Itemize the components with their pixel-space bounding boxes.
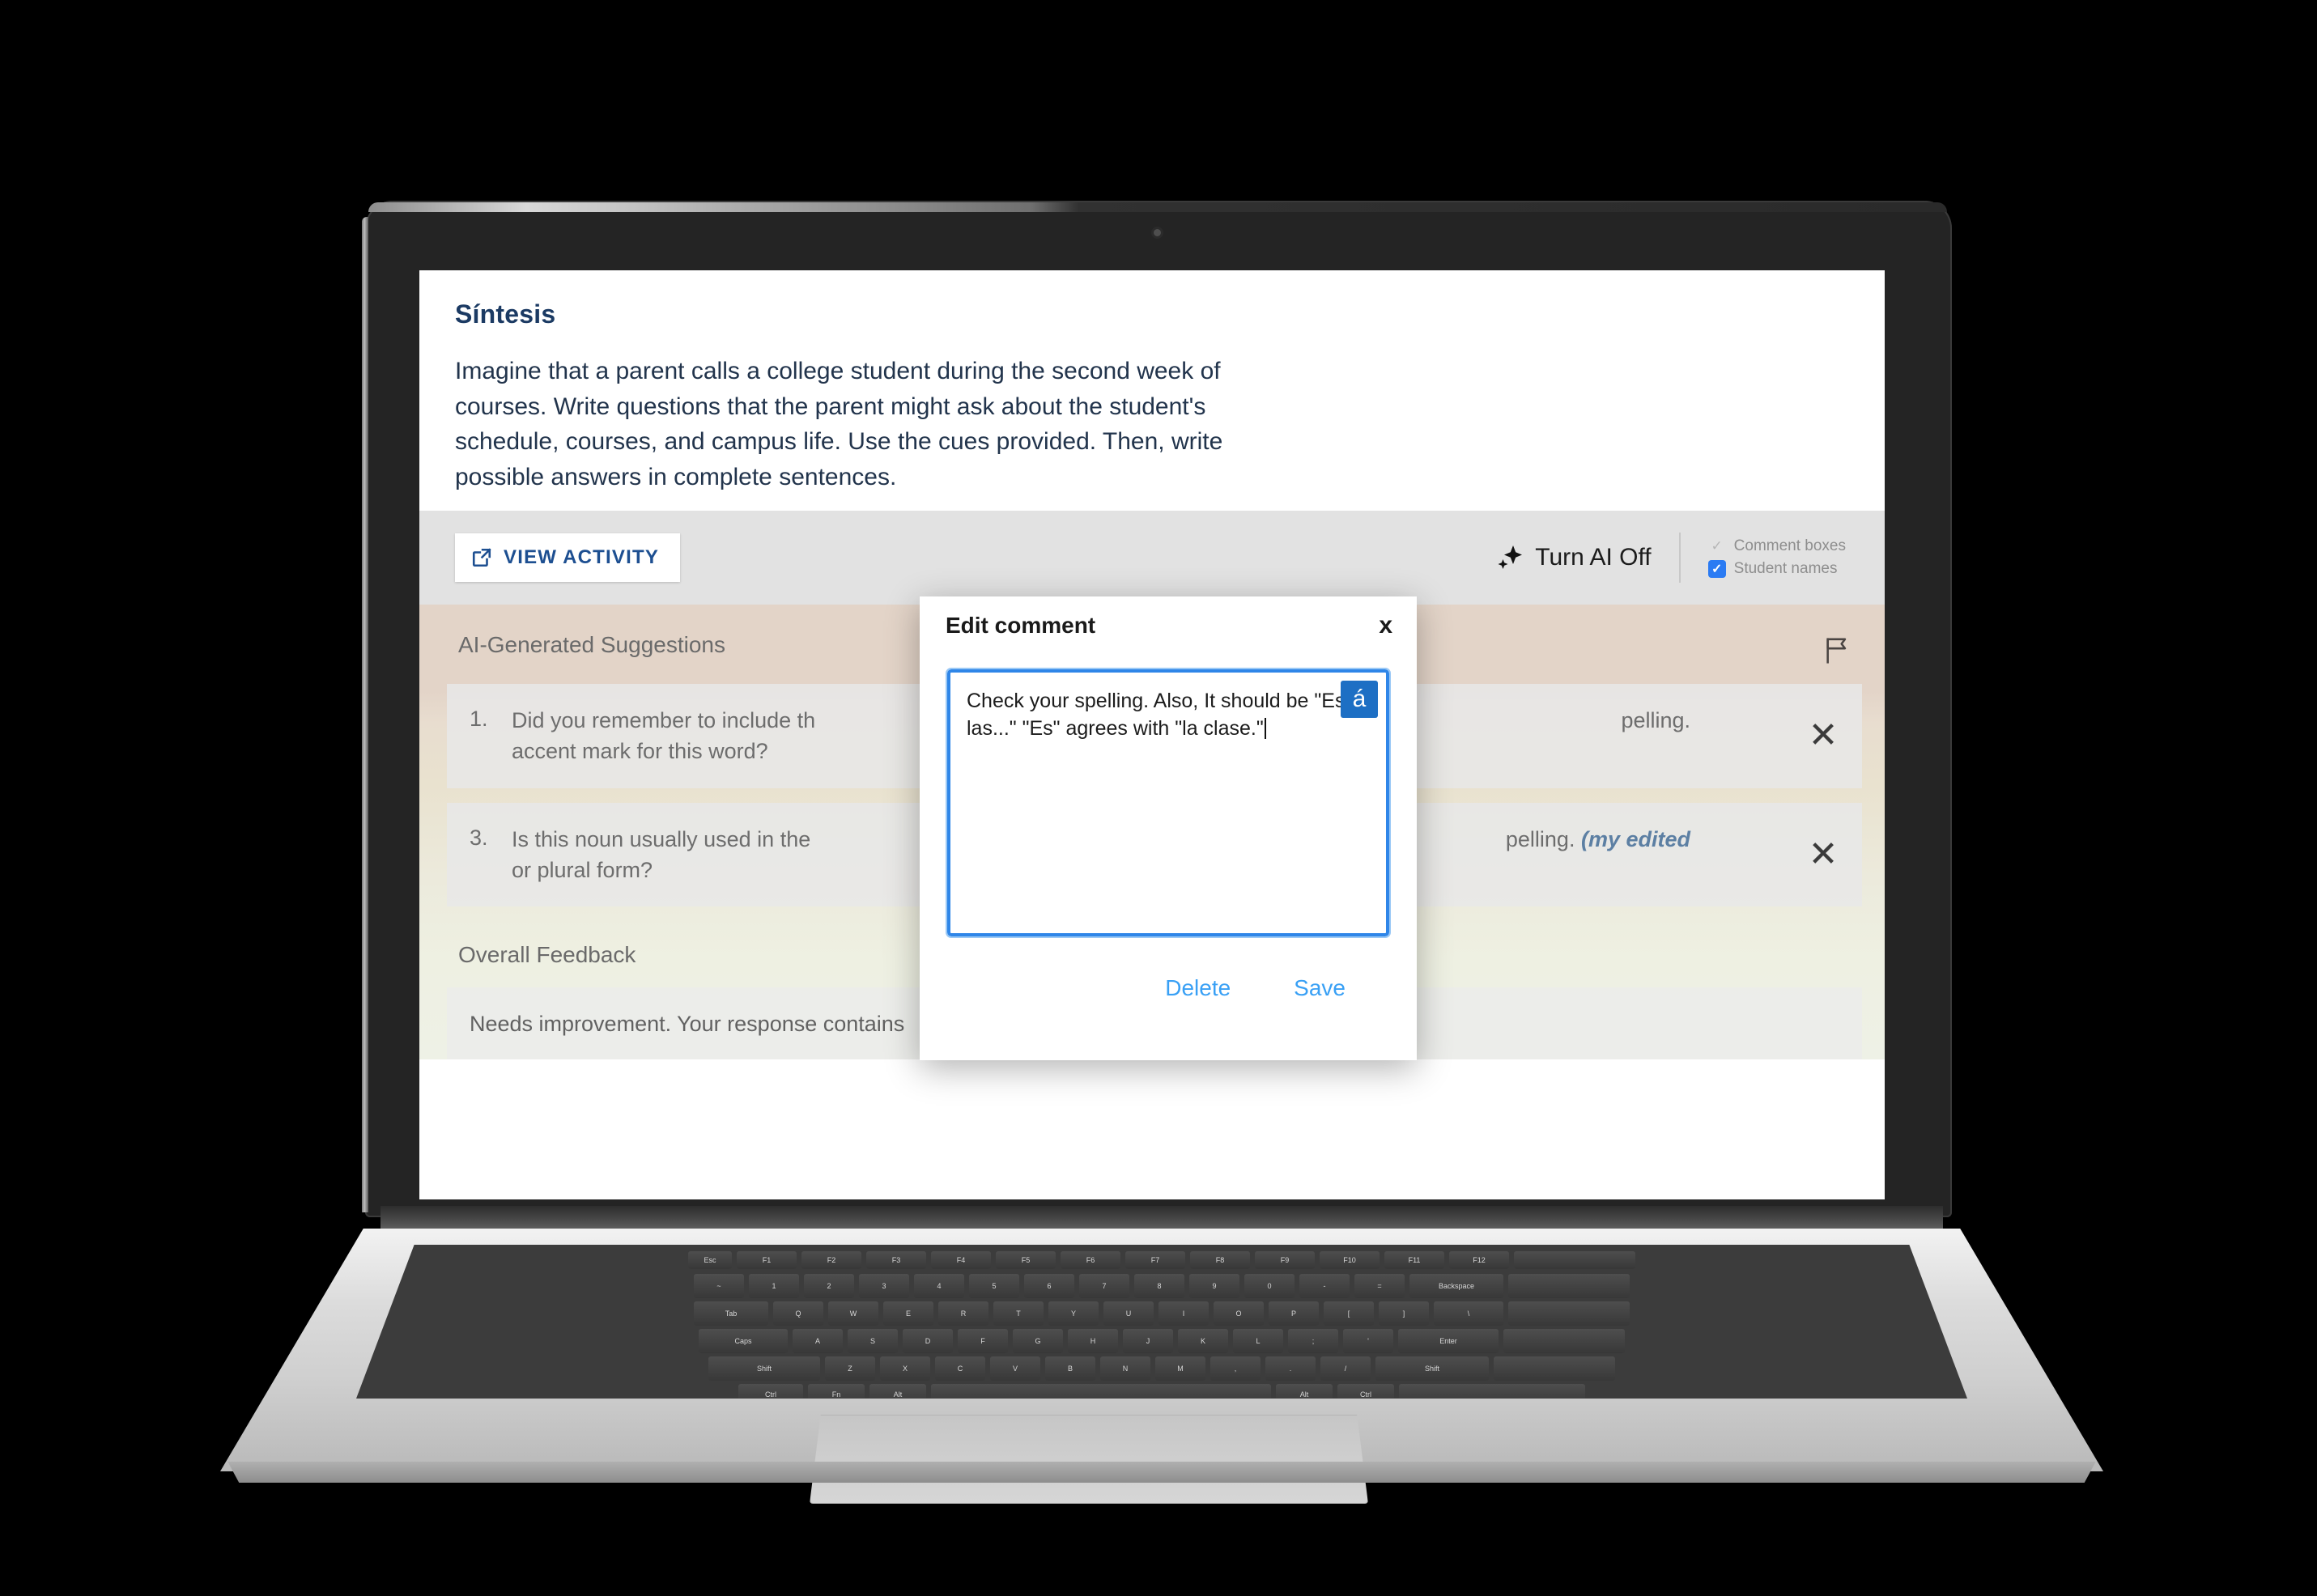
laptop-lid-top-edge	[368, 202, 1947, 212]
close-icon[interactable]: x	[1379, 613, 1392, 638]
suggestion-number: 3.	[470, 825, 488, 850]
modal-header: Edit comment x	[920, 596, 1417, 647]
checkbox-student-names-label: Student names	[1733, 560, 1838, 577]
comment-textarea-value: Check your spelling. Also, It should be …	[967, 687, 1370, 743]
laptop-lid-left-edge	[362, 217, 368, 1212]
delete-button[interactable]: Delete	[1165, 975, 1231, 1001]
external-link-icon	[471, 547, 492, 568]
modal-actions: Delete Save	[947, 936, 1389, 1001]
view-activity-label: VIEW ACTIVITY	[504, 546, 660, 568]
prompt-body-text: Imagine that a parent calls a college st…	[455, 358, 1223, 490]
toolbar-divider	[1678, 533, 1681, 583]
toolbar-checkbox-group: ✓ Comment boxes ✓ Student names	[1707, 537, 1846, 578]
laptop-base-front	[227, 1462, 2096, 1483]
suggestion-line-2: accent mark for this word?	[512, 739, 768, 764]
suggestion-number: 1.	[470, 707, 488, 731]
suggestion-right-fragment: pelling.	[1505, 826, 1575, 851]
suggestion-line-1: Is this noun usually used in the	[512, 826, 811, 851]
page-title: Síntesis	[455, 299, 556, 329]
modal-title: Edit comment	[946, 613, 1096, 638]
laptop-keyboard: Esc F1 F2 F3 F4 F5 F6 F7 F8 F9 F10 F11 F…	[356, 1245, 1967, 1399]
text-caret	[1264, 718, 1266, 740]
toolbar: VIEW ACTIVITY Turn AI Off ✓ Comment boxe…	[419, 511, 1885, 605]
turn-ai-off-button[interactable]: Turn AI Off	[1496, 544, 1652, 571]
laptop-trackpad	[810, 1415, 1368, 1504]
flag-icon[interactable]	[1823, 635, 1851, 666]
turn-ai-off-label: Turn AI Off	[1535, 544, 1652, 571]
suggestion-line-2: or plural form?	[512, 857, 653, 882]
edit-comment-modal: Edit comment x Check your spelling. Also…	[920, 596, 1417, 1060]
screenshot-stage: Síntesis Imagine that a parent calls a c…	[0, 0, 2317, 1596]
checkmark-icon-student-names: ✓	[1707, 560, 1726, 578]
remove-suggestion-icon-3[interactable]: ✕	[1784, 836, 1862, 872]
comment-text: Check your spelling. Also, It should be …	[967, 690, 1362, 741]
checkbox-comment-boxes[interactable]: ✓ Comment boxes	[1708, 537, 1846, 555]
laptop-screen: Síntesis Imagine that a parent calls a c…	[419, 270, 1885, 1199]
checkbox-comment-boxes-label: Comment boxes	[1733, 537, 1846, 554]
prompt-area: Síntesis Imagine that a parent calls a c…	[419, 270, 1885, 511]
suggestion-edited-note: (my edited	[1580, 826, 1690, 851]
suggestion-right-group: pelling. (my edited	[1506, 824, 1784, 855]
checkmark-icon-comment-boxes: ✓	[1711, 538, 1723, 554]
remove-suggestion-icon-1[interactable]: ✕	[1784, 718, 1862, 753]
modal-body: Check your spelling. Also, It should be …	[920, 647, 1417, 1001]
accent-character-button[interactable]: á	[1341, 681, 1378, 718]
comment-textarea[interactable]: Check your spelling. Also, It should be …	[946, 668, 1391, 938]
save-button[interactable]: Save	[1294, 975, 1346, 1001]
suggestion-right-fragment: pelling.	[1621, 708, 1690, 732]
checkbox-student-names[interactable]: ✓ Student names	[1707, 560, 1846, 578]
webcam-icon	[1154, 229, 1161, 236]
toolbar-right-group: Turn AI Off ✓ Comment boxes ✓ Student na…	[1496, 533, 1846, 583]
view-activity-button[interactable]: VIEW ACTIVITY	[455, 533, 681, 582]
sparkle-icon	[1496, 544, 1524, 571]
suggestion-line-1: Did you remember to include th	[512, 708, 816, 732]
